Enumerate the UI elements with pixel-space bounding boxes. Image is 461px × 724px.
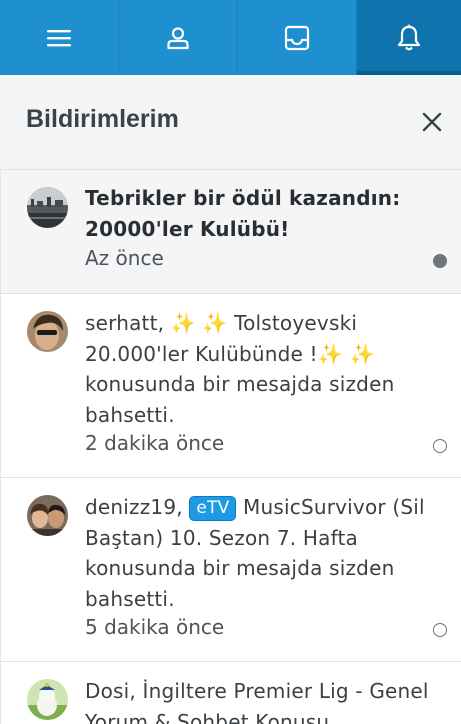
notification-item-award[interactable]: Tebrikler bir ödül kazandın: 20000'ler K… [0,170,461,294]
mention-text-line3: konusunda bir mesajda sizden [85,556,395,580]
notification-text: Tebrikler bir ödül kazandın: 20000'ler K… [85,183,435,244]
award-text-line2: 20000'ler Kulübü! [85,216,290,241]
notification-list: Tebrikler bir ödül kazandın: 20000'ler K… [0,170,461,724]
tab-inbox[interactable] [238,0,357,75]
mention-user: denizz19, [85,495,183,519]
notifications-panel-header: Bildirimlerim [0,75,461,170]
mention-text-line3: konusunda bir mesajda sizden [85,372,395,396]
topic-title-line1: Dosi, İngiltere Premier Lig - Genel [85,679,429,703]
sparkles-emoji: ✨ ✨ [317,341,375,366]
notification-time: 5 dakika önce [85,615,225,639]
notification-item-mention-3[interactable]: Dosi, İngiltere Premier Lig - Genel Yoru… [0,662,461,724]
notification-text: serhatt, ✨ ✨ Tolstoyevski 20.000'ler Kul… [85,308,435,430]
mention-text-line4: bahsetti. [85,586,175,611]
menu-icon [47,29,71,46]
inbox-icon [284,25,310,50]
unread-indicator[interactable] [433,254,447,268]
topic-title-line2: Yorum & Sohbet Konusu [85,709,330,724]
mention-user: serhatt, [85,311,165,335]
read-indicator[interactable] [433,439,447,453]
notification-time: Az önce [85,246,164,270]
read-indicator[interactable] [433,623,447,637]
mention-text-line4: bahsetti. [85,402,175,427]
page-title: Bildirimlerim [26,105,179,133]
avatar [27,495,68,536]
top-nav-bar [0,0,461,75]
topic-title-part1: Tolstoyevski [234,311,358,335]
award-text-line1: Tebrikler bir ödül kazandın: [85,186,401,210]
notification-item-mention-1[interactable]: serhatt, ✨ ✨ Tolstoyevski 20.000'ler Kul… [0,294,461,478]
avatar [27,187,68,228]
topic-title-part1: MusicSurvivor (Sil [243,495,425,519]
close-button[interactable] [417,107,447,137]
topic-title-part2: Baştan) 10. Sezon 7. Hafta [85,525,358,550]
etv-badge: eTV [189,496,237,521]
notification-text: denizz19, eTV MusicSurvivor (Sil Baştan)… [85,492,435,614]
notification-time: 2 dakika önce [85,431,225,455]
notification-text: Dosi, İngiltere Premier Lig - Genel Yoru… [85,676,435,724]
notification-item-mention-2[interactable]: denizz19, eTV MusicSurvivor (Sil Baştan)… [0,478,461,662]
tab-profile[interactable] [119,0,238,75]
user-icon [167,26,189,49]
tab-notifications[interactable] [357,0,461,75]
close-icon [422,112,442,132]
tab-menu[interactable] [0,0,119,75]
avatar [27,679,68,720]
topic-title-part2: 20.000'ler Kulübünde ! [85,341,318,366]
bell-icon [397,24,421,50]
avatar [27,311,68,352]
sparkles-emoji: ✨ ✨ [170,311,228,335]
